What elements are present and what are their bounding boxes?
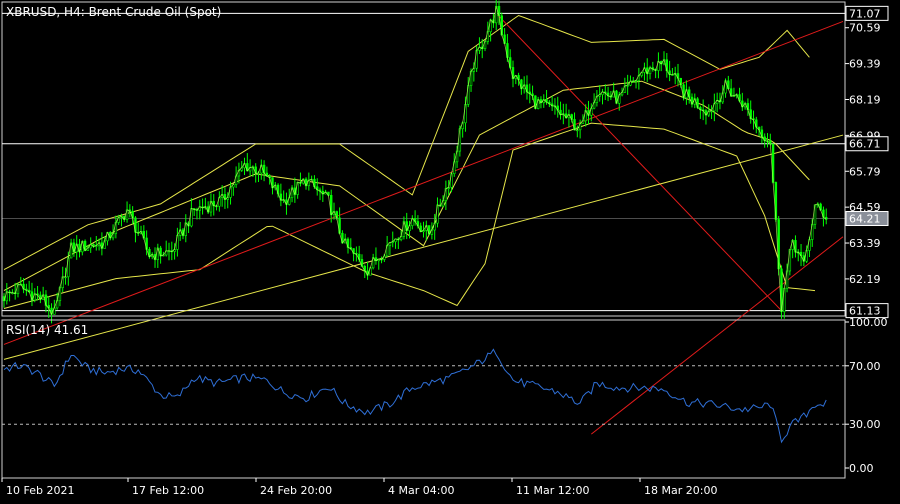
price-tick-label: 68.19 bbox=[849, 93, 881, 106]
time-tick-label: 4 Mar 04:00 bbox=[388, 484, 454, 497]
level-price-label: 66.71 bbox=[849, 138, 881, 151]
time-tick-label: 11 Mar 12:00 bbox=[516, 484, 589, 497]
price-tick-label: 69.39 bbox=[849, 58, 881, 71]
level-price-label: 71.07 bbox=[849, 7, 881, 20]
rsi-tick-label: 0.00 bbox=[849, 462, 874, 475]
price-tick-label: 65.79 bbox=[849, 165, 881, 178]
chart-title: XBRUSD, H4: Brent Crude Oil (Spot) bbox=[6, 5, 221, 19]
price-tick-label: 63.39 bbox=[849, 237, 881, 250]
time-tick-label: 24 Feb 20:00 bbox=[260, 484, 332, 497]
time-tick-label: 17 Feb 12:00 bbox=[132, 484, 204, 497]
rsi-tick-label: 100.00 bbox=[849, 316, 888, 329]
price-chart-canvas[interactable]: 70.5969.3968.1966.9965.7964.5963.3962.19… bbox=[0, 0, 900, 500]
level-price-label: 64.21 bbox=[849, 213, 881, 226]
rsi-tick-label: 70.00 bbox=[849, 360, 881, 373]
price-tick-label: 70.59 bbox=[849, 22, 881, 35]
time-tick-label: 10 Feb 2021 bbox=[6, 484, 74, 497]
time-tick-label: 18 Mar 20:00 bbox=[644, 484, 717, 497]
rsi-tick-label: 30.00 bbox=[849, 418, 881, 431]
price-tick-label: 62.19 bbox=[849, 273, 881, 286]
rsi-title: RSI(14) 41.61 bbox=[6, 323, 88, 337]
chart-window: 70.59 69.39 68.19 66.99 65.79 64.59 63.39 62.19… bbox=[0, 0, 900, 500]
